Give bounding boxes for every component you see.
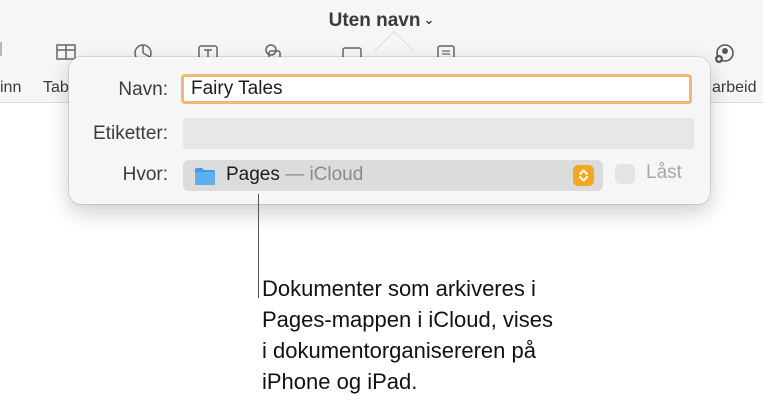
callout-line-2: Pages-mappen i iCloud, vises bbox=[262, 307, 554, 332]
where-value: Pages — iCloud bbox=[226, 164, 363, 186]
collaborate-icon[interactable] bbox=[712, 42, 738, 64]
callout-line-1: Dokumenter som arkiveres i bbox=[262, 276, 536, 301]
callout-line bbox=[258, 194, 259, 298]
where-folder-name: Pages bbox=[226, 164, 280, 185]
toolbar-label-table: Tab bbox=[43, 79, 69, 96]
tags-field[interactable] bbox=[183, 118, 694, 149]
document-title: Uten navn bbox=[328, 10, 421, 31]
toolbar-label-insert: inn bbox=[0, 79, 22, 96]
chevron-down-icon: ⌄ bbox=[423, 12, 435, 27]
document-title-menu[interactable]: Uten navn ⌄ bbox=[0, 10, 763, 32]
where-location: iCloud bbox=[309, 164, 364, 185]
where-label: Hvor: bbox=[122, 164, 168, 185]
where-separator: — bbox=[279, 164, 310, 185]
locked-checkbox[interactable] bbox=[615, 164, 635, 184]
name-label: Navn: bbox=[118, 79, 168, 100]
name-field[interactable]: Fairy Tales bbox=[181, 74, 692, 104]
callout-line-3: i dokumentorganisereren på bbox=[262, 338, 536, 363]
toolbar-label-collaborate: arbeid bbox=[712, 79, 757, 96]
where-popup-button[interactable]: Pages — iCloud bbox=[183, 160, 603, 191]
folder-icon bbox=[195, 168, 215, 185]
tags-label: Etiketter: bbox=[93, 123, 168, 144]
toolbar-divider bbox=[0, 42, 2, 56]
callout-line-4: iPhone og iPad. bbox=[262, 369, 418, 394]
locked-label: Låst bbox=[646, 162, 682, 183]
updown-chevron-icon[interactable] bbox=[573, 165, 594, 186]
callout-caption: Dokumenter som arkiveres i Pages-mappen … bbox=[262, 273, 682, 397]
